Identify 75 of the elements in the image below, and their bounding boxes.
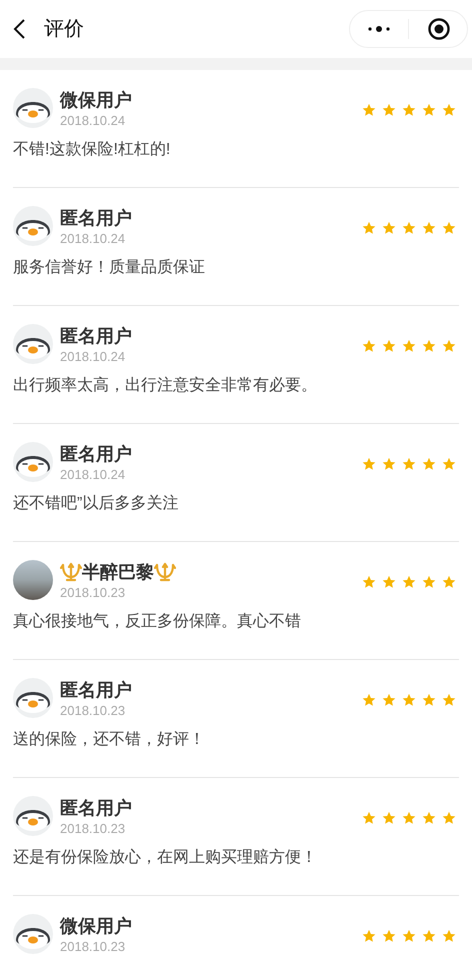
- star-icon: [402, 339, 416, 353]
- star-icon: [382, 457, 396, 471]
- star-icon: [402, 929, 416, 943]
- review-date: 2018.10.24: [60, 230, 126, 248]
- back-icon[interactable]: [12, 18, 26, 40]
- star-icon: [442, 103, 456, 117]
- star-icon: [382, 693, 396, 707]
- star-icon: [362, 929, 376, 943]
- star-icon: [402, 103, 416, 117]
- star-icon: [442, 575, 456, 589]
- star-icon: [422, 693, 436, 707]
- star-icon: [362, 457, 376, 471]
- penguin-avatar-icon: [13, 678, 53, 718]
- review-comment: 出行频率太高，出行注意安全非常有必要。: [13, 376, 318, 396]
- review-comment: 不错!这款保险!杠杠的!: [13, 140, 172, 160]
- star-icon: [362, 339, 376, 353]
- review-comment: 真心很接地气，反正多份保障。真心不错: [13, 612, 302, 632]
- user-name: 微保用户: [60, 915, 132, 938]
- trident-icon: [60, 561, 82, 583]
- review-date: 2018.10.23: [60, 820, 126, 838]
- star-icon: [362, 811, 376, 825]
- star-icon: [442, 457, 456, 471]
- penguin-avatar-icon: [13, 206, 53, 246]
- review-date: 2018.10.24: [60, 112, 126, 130]
- review-comment: 还不错吧”以后多多关注: [13, 494, 180, 514]
- user-name: 匿名用户: [60, 325, 132, 348]
- star-icon: [422, 339, 436, 353]
- review-date: 2018.10.23: [60, 584, 126, 602]
- review-comment: 服务信誉好！质量品质保证: [13, 258, 206, 278]
- page-title: 评价: [44, 17, 84, 42]
- star-icon: [382, 103, 396, 117]
- star-icon: [442, 693, 456, 707]
- star-icon: [402, 221, 416, 235]
- star-icon: [382, 339, 396, 353]
- star-icon: [402, 811, 416, 825]
- star-icon: [422, 811, 436, 825]
- star-icon: [442, 929, 456, 943]
- more-icon[interactable]: [367, 25, 391, 33]
- user-name: 半醉巴黎: [82, 561, 154, 584]
- star-icon: [422, 221, 436, 235]
- user-name: 匿名用户: [60, 443, 132, 466]
- trident-icon: [154, 561, 176, 583]
- star-icon: [422, 103, 436, 117]
- review-comment: 送的保险，还不错，好评！: [13, 730, 206, 750]
- user-name: 匿名用户: [60, 797, 132, 820]
- review-date: 2018.10.24: [60, 466, 126, 484]
- user-name: 微保用户: [60, 89, 132, 112]
- star-icon: [362, 693, 376, 707]
- star-icon: [382, 929, 396, 943]
- penguin-avatar-icon: [13, 88, 53, 128]
- user-name: 匿名用户: [60, 679, 132, 702]
- star-icon: [402, 693, 416, 707]
- star-icon: [402, 575, 416, 589]
- review-date: 2018.10.23: [60, 702, 126, 720]
- star-icon: [422, 457, 436, 471]
- star-icon: [382, 811, 396, 825]
- penguin-avatar-icon: [13, 796, 53, 836]
- review-date: 2018.10.24: [60, 348, 126, 366]
- penguin-avatar-icon: [13, 442, 53, 482]
- star-icon: [442, 811, 456, 825]
- star-icon: [402, 457, 416, 471]
- star-icon: [422, 575, 436, 589]
- star-icon: [422, 929, 436, 943]
- star-icon: [442, 339, 456, 353]
- star-icon: [382, 221, 396, 235]
- review-date: 2018.10.23: [60, 938, 126, 955]
- photo-placeholder: [13, 560, 53, 600]
- star-icon: [382, 575, 396, 589]
- review-comment: 还是有份保险放心，在网上购买理赔方便！: [13, 848, 318, 868]
- star-icon: [362, 103, 376, 117]
- penguin-avatar-icon: [13, 324, 53, 364]
- star-icon: [362, 221, 376, 235]
- user-name: 匿名用户: [60, 207, 132, 230]
- star-icon: [442, 221, 456, 235]
- star-icon: [362, 575, 376, 589]
